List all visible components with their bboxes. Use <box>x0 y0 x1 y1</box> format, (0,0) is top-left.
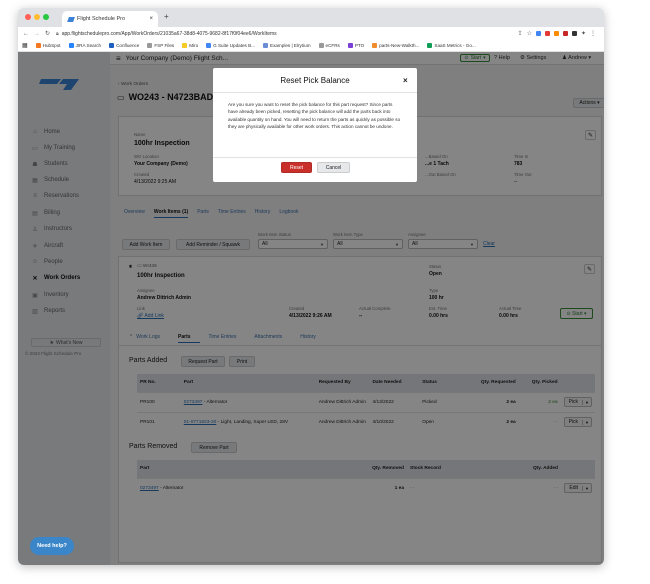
dialog-message: Are you sure you want to reset the pick … <box>228 102 401 130</box>
bookmarks-bar: ▦ HubSpot JIRA Search Confluence FSP Files M… <box>18 40 604 52</box>
bookmark-label: HubSpot <box>42 43 61 48</box>
bookmark-item[interactable]: HubSpot <box>35 43 61 48</box>
reset-button[interactable]: Reset <box>281 162 312 173</box>
url-text[interactable]: app.flightschedulepro.com/App/WorkOrders… <box>62 31 277 37</box>
bookmark-item[interactable]: FSP Files <box>147 43 174 48</box>
bookmark-icon <box>427 43 433 48</box>
dialog-title: Reset Pick Balance <box>280 76 350 85</box>
dialog-divider <box>213 157 417 158</box>
extension-icon[interactable] <box>553 31 559 36</box>
bookmark-item[interactable]: Miro <box>182 43 198 48</box>
need-help-button[interactable]: Need help? <box>30 537 74 555</box>
forward-icon[interactable]: → <box>34 31 40 37</box>
menu-dots-icon[interactable]: ⋮ <box>590 30 596 37</box>
cancel-button[interactable]: Cancel <box>317 162 350 173</box>
address-bar: ← → ↻ 🔒︎ app.flightschedulepro.com/App/W… <box>18 27 604 40</box>
bookmark-icon <box>35 43 41 48</box>
extension-icon[interactable] <box>571 31 577 36</box>
favicon-icon <box>67 16 75 22</box>
bookmark-item[interactable]: Confluence <box>109 43 139 48</box>
close-window-icon[interactable] <box>25 14 31 20</box>
bookmark-icon <box>109 43 115 48</box>
reload-icon[interactable]: ↻ <box>45 30 50 37</box>
new-tab-icon[interactable]: + <box>164 12 169 21</box>
maximize-window-icon[interactable] <box>43 14 49 20</box>
bookmark-label: eCFRs <box>325 43 340 48</box>
bookmark-icon <box>347 43 353 48</box>
minimize-window-icon[interactable] <box>34 14 40 20</box>
bookmark-label: parts-New-Walkth... <box>379 43 420 48</box>
bookmark-label: Examples | Elrytium <box>270 43 311 48</box>
browser-tab[interactable]: Flight Schedule Pro × <box>62 11 158 27</box>
browser-tab-bar: Flight Schedule Pro × + <box>18 8 604 27</box>
apps-icon[interactable]: ▦ <box>22 42 28 49</box>
close-tab-icon[interactable]: × <box>149 16 153 22</box>
need-help-label: Need help? <box>37 543 67 549</box>
bookmark-label: JIRA Search <box>75 43 102 48</box>
reset-label: Reset <box>289 164 304 171</box>
bookmark-label: G Suite Updates B... <box>213 43 256 48</box>
back-icon[interactable]: ← <box>23 31 29 37</box>
share-icon[interactable]: ⇪ <box>518 30 523 37</box>
extension-icon[interactable] <box>535 31 541 36</box>
bookmark-icon <box>318 43 324 48</box>
bookmark-item[interactable]: JIRA Search <box>68 43 102 48</box>
bookmark-item[interactable]: SaaS Metrics - Go... <box>427 43 476 48</box>
browser-tab-title: Flight Schedule Pro <box>77 16 125 22</box>
bookmark-icon <box>68 43 74 48</box>
bookmark-label: PTO <box>354 43 365 48</box>
bookmark-item[interactable]: G Suite Updates B... <box>206 43 255 48</box>
puzzle-icon[interactable]: ✦ <box>581 30 586 37</box>
extension-icon[interactable] <box>544 31 550 36</box>
bookmark-icon <box>263 43 269 48</box>
lock-icon: 🔒︎ <box>56 30 59 37</box>
reset-pick-balance-dialog: Reset Pick Balance × Are you sure you wa… <box>213 68 417 182</box>
bookmark-label: Confluence <box>116 43 140 48</box>
bookmark-label: FSP Files <box>154 43 175 48</box>
bookmark-label: SaaS Metrics - Go... <box>434 43 476 48</box>
star-icon[interactable]: ☆ <box>527 30 532 37</box>
bookmark-item[interactable]: parts-New-Walkth... <box>372 43 419 48</box>
bookmark-label: Miro <box>189 43 199 48</box>
bookmark-item[interactable]: Examples | Elrytium <box>263 43 311 48</box>
browser-window: Flight Schedule Pro × + ← → ↻ 🔒︎ app.fli… <box>18 8 604 565</box>
bookmark-item[interactable]: eCFRs <box>318 43 340 48</box>
bookmark-icon <box>206 43 212 48</box>
cancel-label: Cancel <box>325 164 342 171</box>
extension-icon[interactable] <box>562 31 568 36</box>
bookmark-icon <box>182 43 188 48</box>
bookmark-icon <box>147 43 153 48</box>
close-icon[interactable]: × <box>403 76 408 85</box>
bookmark-icon <box>372 43 378 48</box>
bookmark-item[interactable]: PTO <box>347 43 365 48</box>
dialog-divider <box>213 92 417 93</box>
